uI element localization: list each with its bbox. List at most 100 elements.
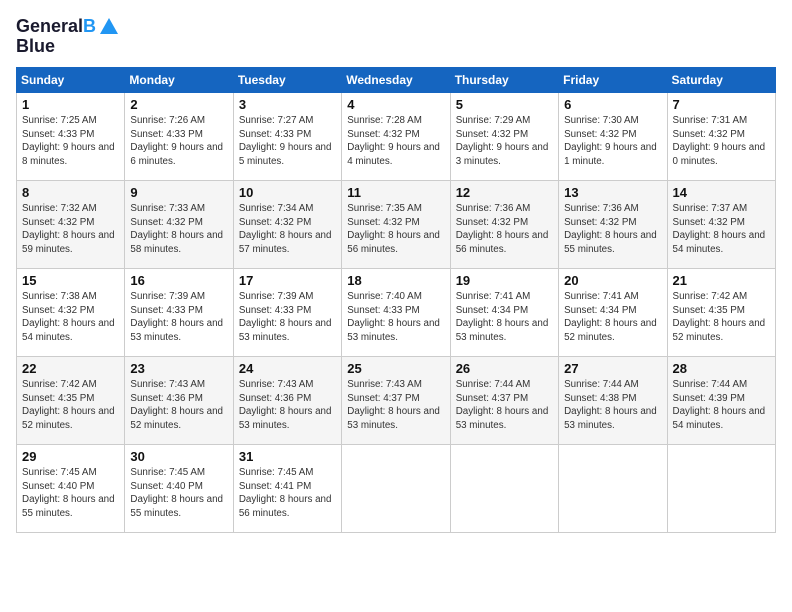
day-number: 24 <box>239 361 336 376</box>
weekday-header-saturday: Saturday <box>667 68 775 93</box>
day-number: 16 <box>130 273 227 288</box>
calendar-cell: 13 Sunrise: 7:36 AMSunset: 4:32 PMDaylig… <box>559 181 667 269</box>
calendar-cell: 5 Sunrise: 7:29 AMSunset: 4:32 PMDayligh… <box>450 93 558 181</box>
weekday-header-row: SundayMondayTuesdayWednesdayThursdayFrid… <box>17 68 776 93</box>
day-number: 19 <box>456 273 553 288</box>
calendar-cell: 31 Sunrise: 7:45 AMSunset: 4:41 PMDaylig… <box>233 445 341 533</box>
page: GeneralB Blue SundayMondayTuesdayWednesd… <box>0 0 792 612</box>
calendar-cell: 24 Sunrise: 7:43 AMSunset: 4:36 PMDaylig… <box>233 357 341 445</box>
cell-info: Sunrise: 7:44 AMSunset: 4:39 PMDaylight:… <box>673 379 766 431</box>
calendar-cell: 28 Sunrise: 7:44 AMSunset: 4:39 PMDaylig… <box>667 357 775 445</box>
day-number: 17 <box>239 273 336 288</box>
calendar-cell: 15 Sunrise: 7:38 AMSunset: 4:32 PMDaylig… <box>17 269 125 357</box>
day-number: 1 <box>22 97 119 112</box>
day-number: 5 <box>456 97 553 112</box>
calendar-cell: 19 Sunrise: 7:41 AMSunset: 4:34 PMDaylig… <box>450 269 558 357</box>
cell-info: Sunrise: 7:25 AMSunset: 4:33 PMDaylight:… <box>22 115 115 167</box>
calendar-cell: 12 Sunrise: 7:36 AMSunset: 4:32 PMDaylig… <box>450 181 558 269</box>
day-number: 18 <box>347 273 444 288</box>
cell-info: Sunrise: 7:30 AMSunset: 4:32 PMDaylight:… <box>564 115 657 167</box>
cell-info: Sunrise: 7:42 AMSunset: 4:35 PMDaylight:… <box>673 291 766 343</box>
week-row-3: 15 Sunrise: 7:38 AMSunset: 4:32 PMDaylig… <box>17 269 776 357</box>
day-number: 14 <box>673 185 770 200</box>
logo: GeneralB Blue <box>16 16 120 57</box>
day-number: 15 <box>22 273 119 288</box>
cell-info: Sunrise: 7:43 AMSunset: 4:37 PMDaylight:… <box>347 379 440 431</box>
cell-info: Sunrise: 7:36 AMSunset: 4:32 PMDaylight:… <box>456 203 549 255</box>
day-number: 9 <box>130 185 227 200</box>
day-number: 3 <box>239 97 336 112</box>
calendar-cell: 18 Sunrise: 7:40 AMSunset: 4:33 PMDaylig… <box>342 269 450 357</box>
cell-info: Sunrise: 7:26 AMSunset: 4:33 PMDaylight:… <box>130 115 223 167</box>
day-number: 4 <box>347 97 444 112</box>
calendar-cell: 6 Sunrise: 7:30 AMSunset: 4:32 PMDayligh… <box>559 93 667 181</box>
calendar-cell: 21 Sunrise: 7:42 AMSunset: 4:35 PMDaylig… <box>667 269 775 357</box>
cell-info: Sunrise: 7:37 AMSunset: 4:32 PMDaylight:… <box>673 203 766 255</box>
cell-info: Sunrise: 7:29 AMSunset: 4:32 PMDaylight:… <box>456 115 549 167</box>
calendar-cell: 4 Sunrise: 7:28 AMSunset: 4:32 PMDayligh… <box>342 93 450 181</box>
calendar-cell: 16 Sunrise: 7:39 AMSunset: 4:33 PMDaylig… <box>125 269 233 357</box>
cell-info: Sunrise: 7:43 AMSunset: 4:36 PMDaylight:… <box>130 379 223 431</box>
calendar-cell: 11 Sunrise: 7:35 AMSunset: 4:32 PMDaylig… <box>342 181 450 269</box>
cell-info: Sunrise: 7:44 AMSunset: 4:37 PMDaylight:… <box>456 379 549 431</box>
logo-icon <box>98 16 120 38</box>
calendar-cell <box>667 445 775 533</box>
cell-info: Sunrise: 7:42 AMSunset: 4:35 PMDaylight:… <box>22 379 115 431</box>
calendar-cell: 29 Sunrise: 7:45 AMSunset: 4:40 PMDaylig… <box>17 445 125 533</box>
calendar-cell <box>342 445 450 533</box>
calendar-cell: 1 Sunrise: 7:25 AMSunset: 4:33 PMDayligh… <box>17 93 125 181</box>
cell-info: Sunrise: 7:38 AMSunset: 4:32 PMDaylight:… <box>22 291 115 343</box>
calendar-cell <box>450 445 558 533</box>
logo-blue: B <box>83 16 96 36</box>
calendar-cell: 9 Sunrise: 7:33 AMSunset: 4:32 PMDayligh… <box>125 181 233 269</box>
day-number: 30 <box>130 449 227 464</box>
week-row-5: 29 Sunrise: 7:45 AMSunset: 4:40 PMDaylig… <box>17 445 776 533</box>
cell-info: Sunrise: 7:45 AMSunset: 4:41 PMDaylight:… <box>239 467 332 519</box>
cell-info: Sunrise: 7:44 AMSunset: 4:38 PMDaylight:… <box>564 379 657 431</box>
day-number: 28 <box>673 361 770 376</box>
day-number: 22 <box>22 361 119 376</box>
cell-info: Sunrise: 7:39 AMSunset: 4:33 PMDaylight:… <box>239 291 332 343</box>
cell-info: Sunrise: 7:41 AMSunset: 4:34 PMDaylight:… <box>456 291 549 343</box>
cell-info: Sunrise: 7:28 AMSunset: 4:32 PMDaylight:… <box>347 115 440 167</box>
calendar-cell: 2 Sunrise: 7:26 AMSunset: 4:33 PMDayligh… <box>125 93 233 181</box>
logo-text: GeneralB <box>16 17 96 37</box>
day-number: 2 <box>130 97 227 112</box>
cell-info: Sunrise: 7:41 AMSunset: 4:34 PMDaylight:… <box>564 291 657 343</box>
calendar-cell: 17 Sunrise: 7:39 AMSunset: 4:33 PMDaylig… <box>233 269 341 357</box>
weekday-header-friday: Friday <box>559 68 667 93</box>
calendar-cell: 30 Sunrise: 7:45 AMSunset: 4:40 PMDaylig… <box>125 445 233 533</box>
calendar-cell <box>559 445 667 533</box>
day-number: 6 <box>564 97 661 112</box>
calendar-cell: 26 Sunrise: 7:44 AMSunset: 4:37 PMDaylig… <box>450 357 558 445</box>
weekday-header-wednesday: Wednesday <box>342 68 450 93</box>
calendar-cell: 10 Sunrise: 7:34 AMSunset: 4:32 PMDaylig… <box>233 181 341 269</box>
calendar-cell: 25 Sunrise: 7:43 AMSunset: 4:37 PMDaylig… <box>342 357 450 445</box>
cell-info: Sunrise: 7:45 AMSunset: 4:40 PMDaylight:… <box>22 467 115 519</box>
calendar-cell: 7 Sunrise: 7:31 AMSunset: 4:32 PMDayligh… <box>667 93 775 181</box>
calendar-cell: 20 Sunrise: 7:41 AMSunset: 4:34 PMDaylig… <box>559 269 667 357</box>
day-number: 21 <box>673 273 770 288</box>
cell-info: Sunrise: 7:39 AMSunset: 4:33 PMDaylight:… <box>130 291 223 343</box>
weekday-header-sunday: Sunday <box>17 68 125 93</box>
weekday-header-tuesday: Tuesday <box>233 68 341 93</box>
cell-info: Sunrise: 7:32 AMSunset: 4:32 PMDaylight:… <box>22 203 115 255</box>
cell-info: Sunrise: 7:40 AMSunset: 4:33 PMDaylight:… <box>347 291 440 343</box>
day-number: 10 <box>239 185 336 200</box>
weekday-header-thursday: Thursday <box>450 68 558 93</box>
cell-info: Sunrise: 7:34 AMSunset: 4:32 PMDaylight:… <box>239 203 332 255</box>
cell-info: Sunrise: 7:45 AMSunset: 4:40 PMDaylight:… <box>130 467 223 519</box>
calendar-cell: 8 Sunrise: 7:32 AMSunset: 4:32 PMDayligh… <box>17 181 125 269</box>
day-number: 25 <box>347 361 444 376</box>
week-row-1: 1 Sunrise: 7:25 AMSunset: 4:33 PMDayligh… <box>17 93 776 181</box>
day-number: 31 <box>239 449 336 464</box>
cell-info: Sunrise: 7:36 AMSunset: 4:32 PMDaylight:… <box>564 203 657 255</box>
cell-info: Sunrise: 7:31 AMSunset: 4:32 PMDaylight:… <box>673 115 766 167</box>
cell-info: Sunrise: 7:35 AMSunset: 4:32 PMDaylight:… <box>347 203 440 255</box>
weekday-header-monday: Monday <box>125 68 233 93</box>
day-number: 23 <box>130 361 227 376</box>
week-row-4: 22 Sunrise: 7:42 AMSunset: 4:35 PMDaylig… <box>17 357 776 445</box>
day-number: 27 <box>564 361 661 376</box>
calendar-cell: 23 Sunrise: 7:43 AMSunset: 4:36 PMDaylig… <box>125 357 233 445</box>
day-number: 26 <box>456 361 553 376</box>
